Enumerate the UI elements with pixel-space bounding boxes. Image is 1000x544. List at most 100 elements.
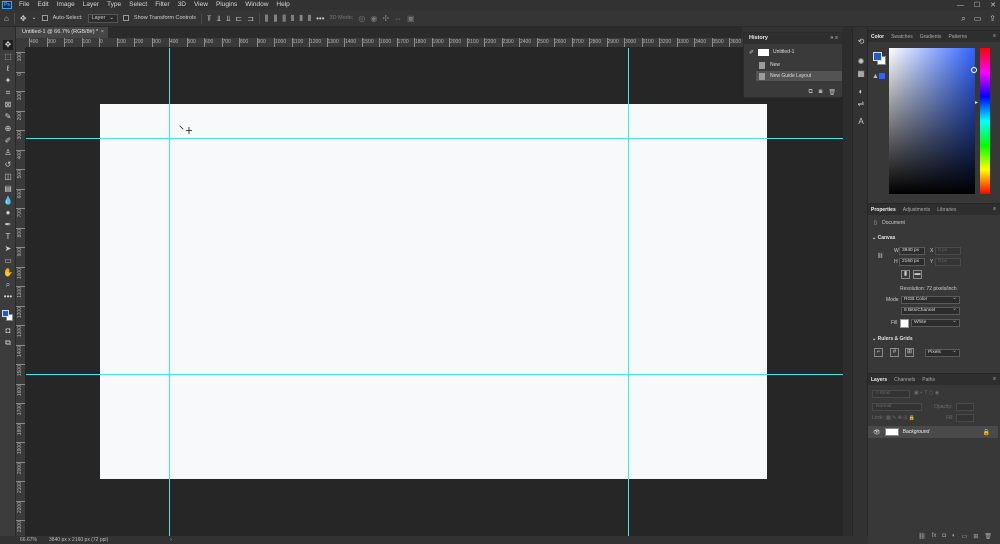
brush-settings-icon[interactable]: ✺ [856, 57, 866, 67]
foreground-color-swatch[interactable] [873, 52, 882, 61]
minimize-button[interactable]: — [957, 2, 964, 9]
vertical-ruler[interactable]: 100 0 100 200 300 400 500 600 700 800 900 1000 1100 1… [16, 48, 26, 536]
menu-layer[interactable]: Layer [79, 0, 103, 10]
tab-channels[interactable]: Channels [894, 377, 915, 383]
foreground-color-swatch[interactable] [2, 310, 9, 317]
path-selection-tool-icon[interactable]: ➤ [3, 244, 13, 254]
history-state[interactable]: New Guide Layout [756, 71, 842, 81]
healing-brush-tool-icon[interactable]: ⊕ [3, 124, 13, 134]
chevron-down-icon[interactable]: ⌄ [32, 10, 37, 27]
height-field[interactable]: 2160 px [899, 258, 925, 266]
libraries-icon[interactable]: ▦ [856, 69, 866, 79]
vertical-guide[interactable] [628, 48, 629, 536]
eraser-tool-icon[interactable]: ◫ [3, 172, 13, 182]
y-field[interactable]: 0 px [935, 258, 961, 266]
search-icon[interactable]: ⌕ [961, 10, 965, 27]
more-options-icon[interactable]: ••• [316, 10, 324, 27]
new-document-from-state-icon[interactable]: ⧉ [808, 89, 812, 96]
maximize-button[interactable]: ☐ [974, 1, 980, 9]
tab-properties[interactable]: Properties [871, 207, 896, 213]
fill-color-swatch[interactable] [900, 319, 909, 328]
hue-slider-caret[interactable]: ▸ [975, 99, 978, 106]
history-brush-tool-icon[interactable]: ↺ [3, 160, 13, 170]
hand-tool-icon[interactable]: ✋ [3, 268, 13, 278]
zoom-level[interactable]: 66.67% [20, 537, 37, 543]
marquee-tool-icon[interactable]: ⬚ [3, 52, 13, 62]
menu-type[interactable]: Type [103, 0, 125, 10]
align-left-icon[interactable]: ⊏ [236, 10, 243, 27]
layer-row-background[interactable]: 👁 Background 🔒 [868, 426, 998, 438]
menu-filter[interactable]: Filter [151, 0, 173, 10]
close-icon[interactable]: × [101, 27, 104, 38]
auto-select-target-dropdown[interactable]: Layer ⌄ [87, 13, 118, 23]
paths-icon[interactable]: ⇌ [856, 99, 866, 109]
tab-adjustments[interactable]: Adjustments [903, 207, 931, 213]
canvas-section-header[interactable]: ⌄ Canvas [868, 235, 1000, 241]
align-bottom-icon[interactable]: ⫫ [226, 10, 231, 27]
panel-menu-icon[interactable]: ≡ [835, 35, 838, 41]
bit-depth-dropdown[interactable]: 8 Bits/Channel [901, 306, 960, 315]
auto-select-checkbox[interactable] [41, 15, 48, 21]
align-middle-icon[interactable]: ⫫ [217, 10, 222, 27]
ruler-origin[interactable] [16, 38, 26, 48]
tab-patterns[interactable]: Patterns [948, 34, 967, 40]
crop-tool-icon[interactable]: ⌗ [3, 88, 13, 98]
blur-tool-icon[interactable]: 💧 [3, 196, 13, 206]
panel-menu-icon[interactable]: ≡ [993, 204, 996, 215]
tab-color[interactable]: Color [871, 34, 884, 40]
distribute-bottom-icon[interactable]: ⫼ [282, 10, 286, 27]
history-brush-icon[interactable]: ✐ [749, 49, 754, 56]
fill-dropdown[interactable]: White [911, 318, 960, 327]
history-panel-icon[interactable]: ⟲ [856, 37, 866, 47]
document-canvas[interactable] [100, 104, 767, 479]
lock-icon[interactable]: 🔒 [983, 429, 990, 436]
close-window-button[interactable]: ✕ [990, 1, 996, 9]
tab-gradients[interactable]: Gradients [920, 34, 942, 40]
width-field[interactable]: 3840 px [899, 247, 925, 255]
gradient-tool-icon[interactable]: ▤ [3, 184, 13, 194]
distribute-top-icon[interactable]: ⫼ [265, 10, 269, 27]
grid-icon[interactable]: # [890, 348, 899, 357]
magic-wand-tool-icon[interactable]: ✦ [3, 76, 13, 86]
lock-icons[interactable]: ▦ ✎ ✥ ⊡ 🔒 [886, 415, 915, 421]
tab-layers[interactable]: Layers [871, 377, 887, 383]
document-tab[interactable]: Untitled-1 @ 66.7% (RGB/8#) * × [16, 27, 108, 38]
panel-menu-icon[interactable]: ≡ [993, 31, 996, 42]
menu-view[interactable]: View [190, 0, 212, 10]
eye-icon[interactable]: 👁 [873, 429, 881, 436]
x-field[interactable]: 0 px [935, 247, 961, 255]
guides-icon[interactable]: ⊞ [905, 348, 914, 357]
layer-filter-icons[interactable]: ▣ ◐ T ▢ ◉ [914, 390, 939, 396]
quick-mask-icon[interactable]: ◘ [3, 326, 13, 336]
trash-icon[interactable]: 🗑 [984, 533, 992, 541]
menu-3d[interactable]: 3D [174, 0, 190, 10]
stamp-tool-icon[interactable]: ♙ [3, 148, 13, 158]
history-state[interactable]: New [756, 60, 842, 70]
menu-help[interactable]: Help [272, 0, 293, 10]
history-panel-controls[interactable]: » ≡ [830, 33, 838, 44]
hue-slider[interactable] [980, 48, 990, 194]
move-tool-icon[interactable]: ✥ [3, 40, 13, 50]
brush-tool-icon[interactable]: ✐ [3, 136, 13, 146]
home-icon[interactable]: ⌂ [4, 10, 9, 27]
more-tools-icon[interactable]: ••• [3, 292, 13, 302]
share-icon[interactable]: ⇪ [989, 10, 996, 27]
menu-select[interactable]: Select [125, 0, 151, 10]
ruler-units-dropdown[interactable]: Pixels [925, 348, 960, 357]
gamut-warning-icon[interactable]: ▲ [872, 73, 879, 80]
menu-plugins[interactable]: Plugins [212, 0, 241, 10]
color-picker-marker[interactable] [971, 67, 977, 73]
link-icon[interactable]: ⛓ [877, 253, 883, 259]
tab-swatches[interactable]: Swatches [891, 34, 913, 40]
fx-icon[interactable]: fx [932, 533, 937, 541]
rectangle-tool-icon[interactable]: ▭ [3, 256, 13, 266]
layer-filter-kind[interactable]: ⌕ Kind [872, 390, 910, 398]
eyedropper-tool-icon[interactable]: ✎ [3, 112, 13, 122]
distribute-left-icon[interactable]: ⫴ [291, 10, 294, 27]
screen-mode-icon[interactable]: ⧉ [3, 338, 13, 348]
zoom-tool-icon[interactable]: ⌕ [3, 280, 13, 290]
tab-libraries[interactable]: Libraries [937, 207, 956, 213]
pen-tool-icon[interactable]: ✒ [3, 220, 13, 230]
opacity-field[interactable] [956, 403, 974, 411]
frame-tool-icon[interactable]: ⊠ [3, 100, 13, 110]
